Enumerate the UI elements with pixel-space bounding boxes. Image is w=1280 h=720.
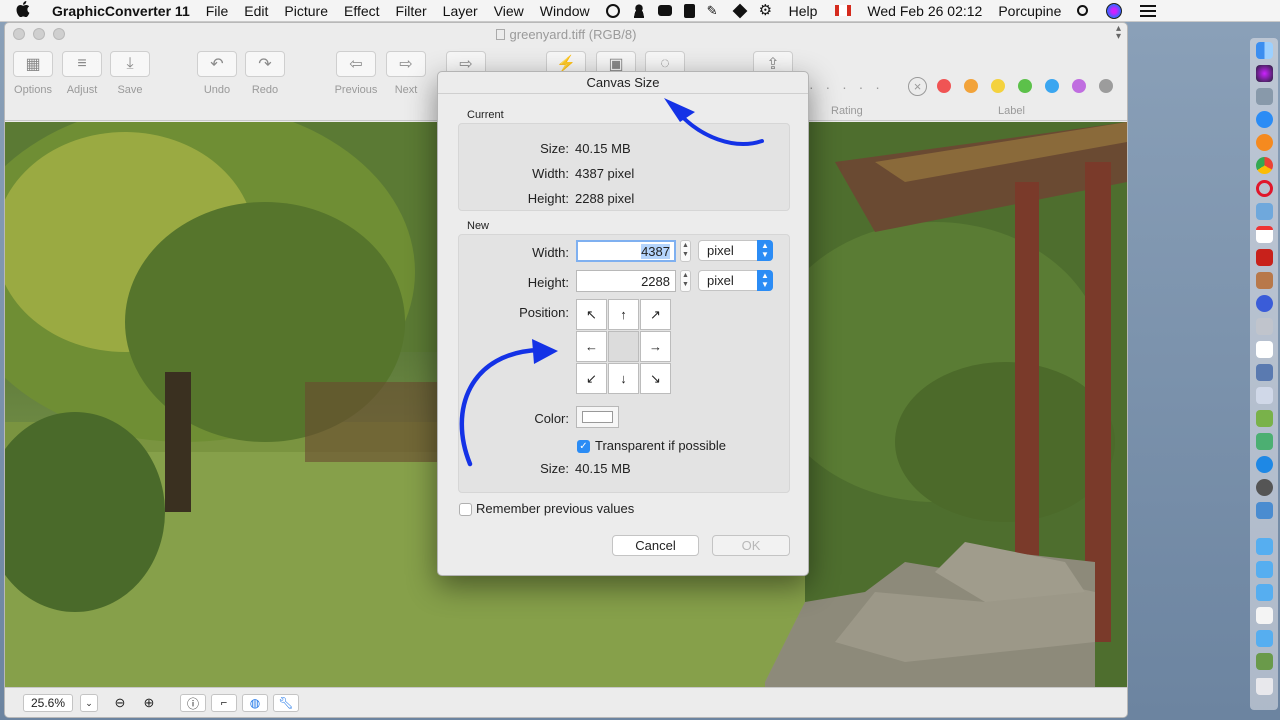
annotation-arrows <box>459 98 764 467</box>
annotation-arrowhead-title <box>664 98 695 122</box>
annotation-arrow-position <box>459 347 543 467</box>
annotation-arrowhead-position <box>532 339 558 364</box>
